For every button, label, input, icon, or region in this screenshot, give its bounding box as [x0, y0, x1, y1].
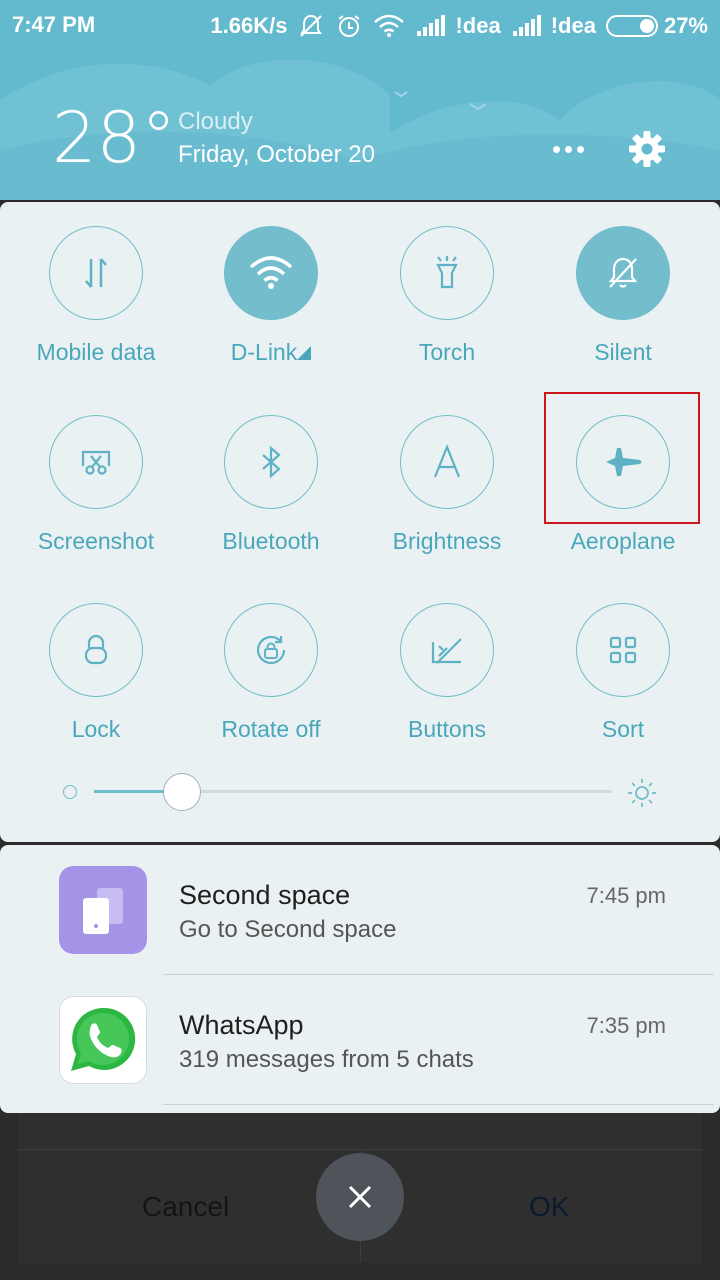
tile-aeroplane-circle[interactable]	[576, 415, 670, 509]
notification-second-space[interactable]: Second space Go to Second space 7:45 pm	[0, 845, 720, 975]
carrier-2: !dea	[550, 13, 596, 38]
tile-wifi-circle[interactable]	[224, 226, 318, 320]
tile-mobile-data-label: Mobile data	[36, 339, 156, 365]
tile-screenshot-label: Screenshot	[37, 528, 155, 554]
tile-rotate-label: Rotate off	[221, 716, 321, 742]
tile-brightness-circle[interactable]	[400, 415, 494, 509]
tile-screenshot-circle[interactable]	[49, 415, 143, 509]
battery-icon	[605, 15, 658, 37]
cancel-button[interactable]: Cancel	[142, 1191, 229, 1223]
settings-gear-icon[interactable]	[626, 128, 668, 170]
signal-icon	[512, 15, 541, 36]
tile-screenshot[interactable]: Screenshot	[8, 391, 184, 561]
second-space-icon	[59, 866, 147, 954]
tile-torch-circle[interactable]	[400, 226, 494, 320]
tile-rotate-circle[interactable]	[224, 603, 318, 697]
status-bar: 7:47 PM 1.66K/s !dea !dea 27%	[0, 0, 720, 52]
alarm-icon	[338, 15, 361, 37]
ok-button[interactable]: OK	[529, 1191, 569, 1223]
tile-silent[interactable]: Silent	[535, 202, 711, 372]
notification-text: 319 messages from 5 chats	[179, 1046, 474, 1073]
aeroplane-icon	[606, 448, 642, 476]
tile-silent-circle[interactable]	[576, 226, 670, 320]
tile-buttons[interactable]: Buttons	[359, 579, 535, 749]
brightness-auto-icon	[433, 444, 461, 478]
notification-time: 7:35 pm	[586, 1013, 667, 1038]
silent-icon	[608, 257, 638, 288]
close-icon	[348, 1185, 372, 1209]
net-speed: 1.66K/s	[210, 13, 288, 38]
notification-time: 7:45 pm	[586, 883, 667, 908]
tile-torch-label: Torch	[418, 339, 476, 365]
tile-mobile-data[interactable]: Mobile data	[8, 202, 184, 372]
tile-rotate[interactable]: Rotate off	[183, 579, 359, 749]
more-dots-icon	[552, 145, 560, 153]
notification-list: Second space Go to Second space 7:45 pm …	[0, 845, 720, 1113]
whatsapp-icon	[59, 996, 147, 1084]
tile-wifi-label-text: D-Link	[230, 339, 298, 365]
tile-buttons-circle[interactable]	[400, 603, 494, 697]
clear-notifications-button[interactable]	[316, 1153, 404, 1241]
rotate-lock-icon	[256, 635, 286, 665]
tile-mobile-data-circle[interactable]	[49, 226, 143, 320]
tile-wifi-label: D-Link	[183, 339, 359, 366]
carrier-1: !dea	[455, 13, 501, 38]
tile-sort[interactable]: Sort	[535, 579, 711, 749]
notification-header: 7:47 PM 1.66K/s !dea !dea 27% 28° Cloudy…	[0, 0, 720, 200]
expand-triangle-icon	[297, 346, 312, 360]
silent-icon	[300, 14, 323, 37]
notification-title: Second space	[179, 880, 351, 910]
tile-lock-label: Lock	[71, 716, 121, 742]
tile-sort-label: Sort	[601, 716, 645, 742]
brightness-low-icon	[63, 785, 77, 799]
weather-temperature: 28°	[52, 97, 177, 179]
weather-date: Friday, October 20	[178, 141, 375, 168]
screenshot-icon	[81, 450, 111, 475]
signal-icon	[417, 15, 446, 36]
wifi-icon	[374, 14, 405, 37]
lock-icon	[84, 634, 108, 665]
torch-icon	[436, 256, 458, 289]
tile-bluetooth-label: Bluetooth	[222, 528, 320, 554]
tile-bluetooth-circle[interactable]	[224, 415, 318, 509]
tile-lock[interactable]: Lock	[8, 579, 184, 749]
tile-aeroplane-label: Aeroplane	[570, 528, 676, 554]
more-button[interactable]	[548, 134, 588, 164]
tile-wifi[interactable]: D-Link	[183, 202, 359, 372]
battery-percent: 27%	[663, 13, 708, 38]
wifi-icon	[249, 256, 293, 289]
tile-aeroplane[interactable]: Aeroplane	[535, 391, 711, 561]
tile-torch[interactable]: Torch	[359, 202, 535, 372]
brightness-slider[interactable]	[0, 772, 720, 816]
brightness-high-icon	[628, 779, 656, 807]
tile-brightness[interactable]: Brightness	[359, 391, 535, 561]
sort-grid-icon	[609, 636, 637, 664]
battery: 27%	[605, 13, 708, 39]
tile-silent-label: Silent	[594, 339, 652, 365]
tile-sort-circle[interactable]	[576, 603, 670, 697]
brightness-thumb[interactable]	[163, 773, 202, 811]
divider	[163, 1104, 714, 1105]
tile-bluetooth[interactable]: Bluetooth	[183, 391, 359, 561]
notification-title: WhatsApp	[179, 1010, 304, 1040]
mobile-data-icon	[85, 258, 107, 288]
buttons-icon	[431, 638, 462, 664]
notification-text: Go to Second space	[179, 916, 397, 943]
weather-condition: Cloudy	[178, 108, 253, 135]
bluetooth-icon	[262, 445, 281, 479]
tile-brightness-label: Brightness	[392, 528, 502, 554]
tile-buttons-label: Buttons	[408, 716, 486, 742]
quick-settings-panel: Mobile data D-Link Torch Silent Screensh…	[0, 202, 720, 842]
status-time: 7:47 PM	[12, 12, 96, 37]
notification-whatsapp[interactable]: WhatsApp 319 messages from 5 chats 7:35 …	[0, 975, 720, 1105]
tile-lock-circle[interactable]	[49, 603, 143, 697]
